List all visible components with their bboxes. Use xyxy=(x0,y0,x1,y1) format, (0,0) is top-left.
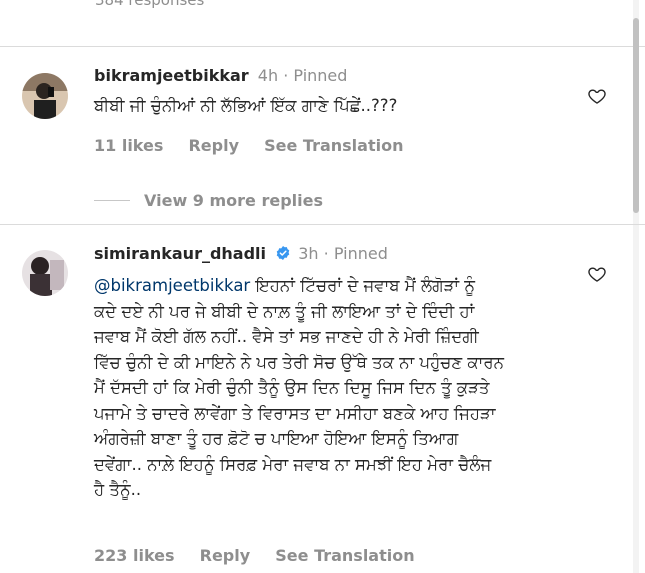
comment-line: @bikramjeetbikkar ਇਹਨਾਂ ਟਿੱਚਰਾਂ ਦੇ ਜਵਾਬ … xyxy=(94,273,574,299)
see-translation-button[interactable]: See Translation xyxy=(275,546,414,565)
scrollbar-thumb[interactable] xyxy=(633,18,639,213)
heart-outline-icon xyxy=(588,267,606,282)
avatar-simirankaur-dhadli[interactable] xyxy=(22,250,68,296)
comment-time: 4h xyxy=(257,66,279,85)
view-more-replies-button[interactable]: View 9 more replies xyxy=(144,191,323,210)
reply-button[interactable]: Reply xyxy=(188,136,239,155)
comment-line: ਵਿੱਚ ਚੁੰਨੀ ਦੇ ਕੀ ਮਾਇਨੇ ਨੇ ਪਰ ਤੇਰੀ ਸੋਚ ਉੱ… xyxy=(94,352,504,372)
comment-text: ਬੀਬੀ ਜੀ ਚੁੰਨੀਆਂ ਨੀ ਲੱਭਿਆਂ ਇੱਕ ਗਾਣੇ ਪਿੱਛੇ… xyxy=(94,96,398,115)
like-comment-button[interactable] xyxy=(587,86,607,110)
comment-line: ਜਵਾਬ ਮੈਂ ਕੋਈ ਗੱਲ ਨਹੀਂ.. ਵੈਸੇ ਤਾਂ ਸਭ ਜਾਣਦ… xyxy=(94,327,479,346)
comment-line: ਕਦੇ ਦਏ ਨੀ ਪਰ ਜੇ ਬੀਬੀ ਦੇ ਨਾਲ਼ ਤੂੰ ਜੀ ਲਾਇਆ… xyxy=(94,301,475,321)
pinned-label: Pinned xyxy=(293,66,348,85)
comment-line: ਮੈਂ ਦੱਸਦੀ ਹਾਂ ਕਿ ਮੇਰੀ ਚੁੰਨੀ ਤੈਨੂੰ ਉਸ ਦਿਨ… xyxy=(94,378,490,397)
avatar-image xyxy=(22,73,68,119)
reply-button[interactable]: Reply xyxy=(200,546,251,565)
comment-body: @bikramjeetbikkar ਇਹਨਾਂ ਟਿੱਚਰਾਂ ਦੇ ਜਵਾਬ … xyxy=(94,273,574,503)
top-divider xyxy=(0,46,645,47)
comment-line: ਪਜਾਮੇ ਤੇ ਚਾਦਰੇ ਲਾਵੇਂਗਾ ਤੇ ਵਿਰਾਸਤ ਦਾ ਮਸੀਹ… xyxy=(94,403,496,423)
comment-header: bikramjeetbikkar 4h · Pinned xyxy=(94,66,347,85)
comment-header: simirankaur_dhadli 3h · Pinned xyxy=(94,244,388,263)
meta-separator: · xyxy=(283,66,289,85)
comment-line-text: ਇਹਨਾਂ ਟਿੱਚਰਾਂ ਦੇ ਜਵਾਬ ਮੈਂ ਲੰਗੋੜਾਂ ਨੂੰ xyxy=(250,276,475,295)
see-translation-button[interactable]: See Translation xyxy=(264,136,403,155)
likes-count[interactable]: 11 likes xyxy=(94,136,163,155)
comment-divider xyxy=(0,224,645,225)
heart-outline-icon xyxy=(588,89,606,104)
comment-line: ਅੰਗਰੇਜ਼ੀ ਬਾਣਾ ਤੂੰ ਹਰ ਫ਼ੋਟੋ ਚ ਪਾਇਆ ਹੋਇਆ ਇ… xyxy=(94,429,459,448)
verified-badge-icon xyxy=(276,246,290,260)
comment-actions: 11 likes Reply See Translation xyxy=(94,136,403,155)
username[interactable]: simirankaur_dhadli xyxy=(94,244,266,263)
mention-link[interactable]: @bikramjeetbikkar xyxy=(94,276,250,295)
comment-actions: 223 likes Reply See Translation xyxy=(94,546,415,565)
comment-line: ਦਵੇਂਗਾ.. ਨਾਲ਼ੇ ਇਹਨੂੰ ਸਿਰਫ਼ ਮੇਰਾ ਜਵਾਬ ਨਾ … xyxy=(94,454,492,474)
likes-count[interactable]: 223 likes xyxy=(94,546,175,565)
username[interactable]: bikramjeetbikkar xyxy=(94,66,249,85)
replies-line xyxy=(94,200,130,201)
comment-time: 3h xyxy=(298,244,319,263)
avatar-image xyxy=(22,250,68,296)
responses-count-partial: 384 responses xyxy=(95,0,205,9)
avatar-bikramjeetbikkar[interactable] xyxy=(22,73,68,119)
meta-separator: · xyxy=(323,244,329,263)
pinned-label: Pinned xyxy=(333,244,388,263)
comment-line: ਹੈ ਤੈਨੂੰ.. xyxy=(94,480,142,499)
like-comment-button[interactable] xyxy=(587,264,607,288)
